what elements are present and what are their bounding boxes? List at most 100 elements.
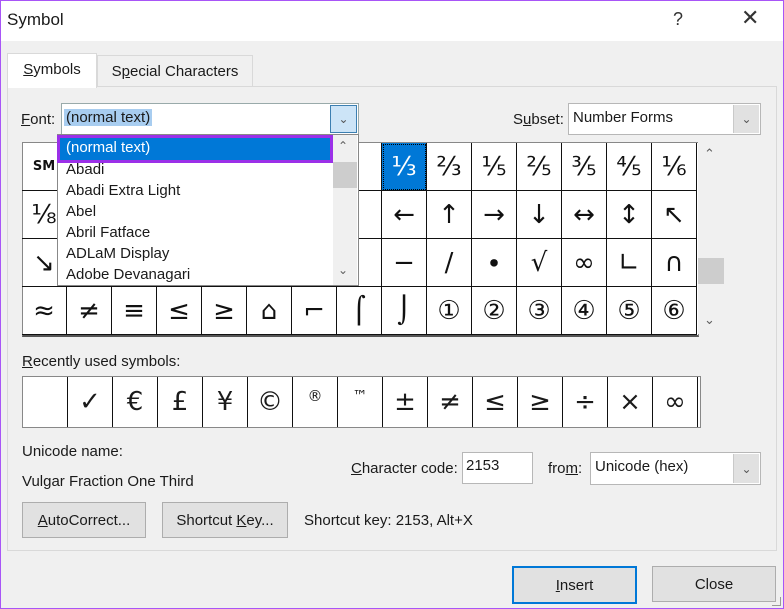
recent-symbol-cell[interactable]: ÷ <box>563 377 608 427</box>
symbol-cell[interactable]: → <box>472 191 517 239</box>
recent-symbol-cell[interactable] <box>23 377 68 427</box>
scrollbar-thumb[interactable] <box>698 258 724 284</box>
tab-symbols-accel: S <box>23 61 34 78</box>
symbol-cell[interactable]: ② <box>472 287 517 335</box>
recent-symbol-cell[interactable]: ≠ <box>428 377 473 427</box>
unicode-name-value: Vulgar Fraction One Third <box>22 473 194 490</box>
scroll-down-icon[interactable]: ⌄ <box>338 263 348 277</box>
font-option[interactable]: ADLaM Display <box>66 244 169 264</box>
unicode-name-label: Unicode name: <box>22 443 123 460</box>
symbol-cell[interactable]: ≡ <box>112 287 157 335</box>
recent-symbol-cell[interactable]: € <box>113 377 158 427</box>
symbol-cell[interactable]: ⌐ <box>292 287 337 335</box>
symbol-cell[interactable]: ④ <box>562 287 607 335</box>
symbol-cell[interactable]: ← <box>382 191 427 239</box>
insert-button[interactable]: Insert <box>512 566 637 604</box>
symbol-cell[interactable]: ⅓ <box>382 143 427 191</box>
tab-symbols[interactable]: Symbols <box>7 53 97 88</box>
symbol-cell[interactable]: ⌡ <box>382 287 427 335</box>
recent-symbol-cell[interactable]: ¥ <box>203 377 248 427</box>
recent-symbol-cell[interactable]: × <box>608 377 653 427</box>
dialog-title: Symbol <box>7 10 64 29</box>
symbol-cell[interactable]: − <box>382 239 427 287</box>
recent-symbol-cell[interactable]: £ <box>158 377 203 427</box>
font-option[interactable]: Abril Fatface <box>66 223 150 243</box>
font-option[interactable]: Adobe Devanagari <box>66 265 190 285</box>
symbol-cell[interactable]: ⌠ <box>337 287 382 335</box>
scroll-up-icon[interactable]: ⌃ <box>338 139 348 153</box>
recent-symbol-cell[interactable]: © <box>248 377 293 427</box>
symbol-cell[interactable]: ③ <box>517 287 562 335</box>
font-option[interactable]: Abadi <box>66 160 104 180</box>
scrollbar-thumb[interactable] <box>333 162 357 188</box>
shortcut-key-info: Shortcut key: 2153, Alt+X <box>304 512 473 529</box>
symbol-cell[interactable]: ∩ <box>652 239 697 287</box>
recent-symbol-cell[interactable]: ✓ <box>68 377 113 427</box>
recent-symbol-cell[interactable]: ® <box>293 377 338 427</box>
symbol-cell[interactable]: ⅙ <box>652 143 697 191</box>
resize-grip[interactable] <box>772 597 781 606</box>
character-code-label: Character code: <box>351 460 458 477</box>
symbol-cell[interactable]: ≤ <box>157 287 202 335</box>
symbol-cell[interactable]: ≥ <box>202 287 247 335</box>
recent-symbol-cell[interactable]: ≤ <box>473 377 518 427</box>
subset-select-value: Number Forms <box>573 109 674 126</box>
autocorrect-button[interactable]: AutoCorrect... <box>22 502 146 538</box>
chevron-down-icon[interactable]: ⌄ <box>733 454 759 483</box>
scroll-up-icon[interactable]: ⌃ <box>704 146 715 162</box>
recent-symbols-list[interactable]: ✓ € £ ¥ © ® ™ ± ≠ ≤ ≥ ÷ × ∞ <box>22 376 701 428</box>
recent-symbol-cell[interactable]: ≥ <box>518 377 563 427</box>
symbol-cell[interactable]: ≈ <box>22 287 67 335</box>
font-dropdown-list[interactable]: ⌃ ⌄ (normal text) Abadi Abadi Extra Light A… <box>57 134 359 286</box>
symbol-cell[interactable]: √ <box>517 239 562 287</box>
symbol-cell[interactable]: ≠ <box>67 287 112 335</box>
subset-label: Subset: <box>513 111 564 128</box>
font-select[interactable]: (normal text) ⌄ <box>61 103 359 135</box>
symbol-cell[interactable]: ① <box>427 287 472 335</box>
title-bar: Symbol ? ✕ <box>1 1 783 41</box>
tab-special-label: Special Characters <box>111 63 239 80</box>
font-label: Font: <box>21 111 56 128</box>
from-label: from: <box>548 460 583 477</box>
symbol-cell[interactable]: ∕ <box>427 239 472 287</box>
tab-special-characters[interactable]: Special Characters <box>97 55 253 88</box>
symbol-cell[interactable]: ↔ <box>562 191 607 239</box>
symbol-dialog: Symbol ? ✕ Symbols Special Characters Fo… <box>0 0 784 609</box>
recent-symbol-cell[interactable]: ∞ <box>653 377 698 427</box>
scroll-down-icon[interactable]: ⌄ <box>704 312 715 328</box>
font-option-label: (normal text) <box>66 139 151 156</box>
symbol-cell[interactable]: ↕ <box>607 191 652 239</box>
symbol-cell[interactable]: ↓ <box>517 191 562 239</box>
chevron-down-icon[interactable]: ⌄ <box>330 105 357 133</box>
font-option-selected[interactable]: (normal text) <box>57 135 333 163</box>
font-option[interactable]: Abel <box>66 202 96 222</box>
close-icon[interactable]: ✕ <box>741 6 759 31</box>
from-select[interactable]: Unicode (hex) ⌄ <box>590 452 761 485</box>
symbol-cell[interactable]: ⅘ <box>607 143 652 191</box>
character-code-input[interactable]: 2153 <box>462 452 533 484</box>
recent-symbol-cell[interactable]: ± <box>383 377 428 427</box>
symbol-grid-scrollbar[interactable]: ⌃ ⌄ <box>698 142 724 334</box>
symbol-cell[interactable]: ∞ <box>562 239 607 287</box>
symbol-cell[interactable]: ⑤ <box>607 287 652 335</box>
symbol-cell[interactable]: ↖ <box>652 191 697 239</box>
close-button[interactable]: Close <box>652 566 776 602</box>
recent-symbols-label: Recently used symbols: <box>22 353 181 370</box>
symbol-cell[interactable]: ⅕ <box>472 143 517 191</box>
recent-symbol-cell[interactable]: ™ <box>338 377 383 427</box>
chevron-down-icon[interactable]: ⌄ <box>733 105 759 133</box>
font-select-value: (normal text) <box>64 109 153 126</box>
symbol-cell[interactable]: ∙ <box>472 239 517 287</box>
help-button[interactable]: ? <box>673 9 683 30</box>
symbol-cell[interactable]: ∟ <box>607 239 652 287</box>
symbol-cell[interactable]: ⅗ <box>562 143 607 191</box>
subset-select[interactable]: Number Forms ⌄ <box>568 103 761 135</box>
symbol-cell[interactable]: ⅔ <box>427 143 472 191</box>
symbol-cell[interactable]: ⑥ <box>652 287 697 335</box>
symbol-cell[interactable]: ⅖ <box>517 143 562 191</box>
symbol-cell[interactable]: ↑ <box>427 191 472 239</box>
font-dropdown-scrollbar[interactable]: ⌃ ⌄ <box>333 135 357 285</box>
font-option[interactable]: Abadi Extra Light <box>66 181 180 201</box>
shortcut-key-button[interactable]: Shortcut Key... <box>162 502 288 538</box>
symbol-cell[interactable]: ⌂ <box>247 287 292 335</box>
